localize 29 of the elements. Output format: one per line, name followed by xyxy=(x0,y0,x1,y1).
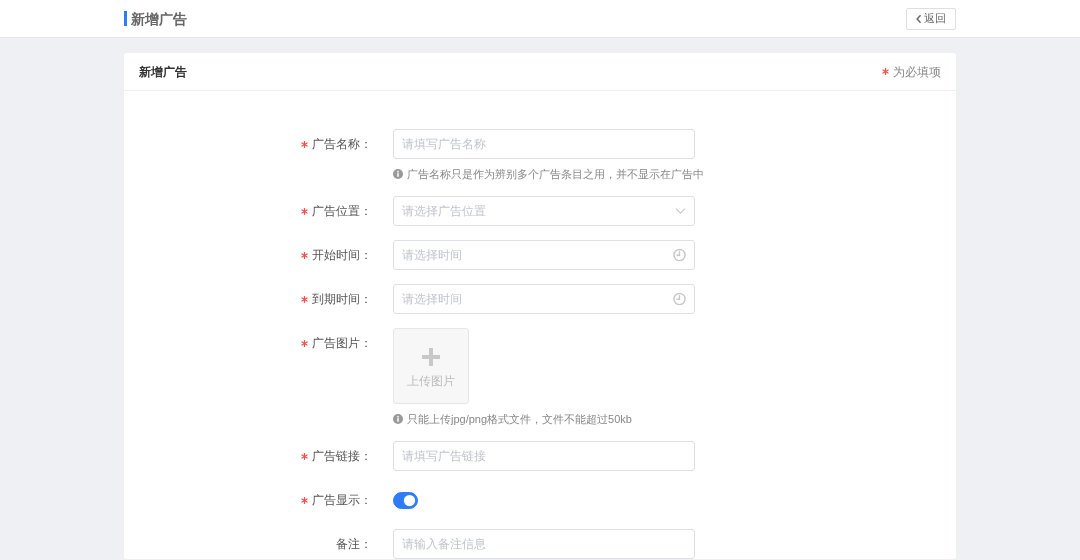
field-label: 开始时间： xyxy=(312,247,372,263)
required-asterisk-icon xyxy=(882,68,889,75)
help-text: 广告名称只是作为辨别多个广告条目之用，并不显示在广告中 xyxy=(407,167,704,182)
back-button[interactable]: 返回 xyxy=(906,7,956,30)
field-label: 广告链接： xyxy=(312,448,372,464)
title-accent-bar xyxy=(124,11,127,26)
field-label: 备注： xyxy=(336,536,372,552)
clock-icon xyxy=(673,292,686,306)
info-icon xyxy=(393,169,403,179)
field-label: 广告显示： xyxy=(312,492,372,508)
help-text: 只能上传jpg/png格式文件，文件不能超过50kb xyxy=(407,412,632,427)
clock-icon xyxy=(673,248,686,262)
field-label: 广告图片： xyxy=(312,335,372,351)
page-title: 新增广告 xyxy=(131,9,187,28)
field-label: 广告位置： xyxy=(312,203,372,219)
info-icon xyxy=(393,414,403,424)
plus-icon xyxy=(422,348,440,366)
chevron-down-icon xyxy=(675,208,686,214)
text-field[interactable]: 请输入备注信息 xyxy=(393,529,695,559)
text-field[interactable]: 请填写广告链接 xyxy=(393,441,695,471)
required-note: 为必填项 xyxy=(893,63,941,81)
time-field[interactable]: 请选择时间 xyxy=(393,240,695,270)
toggle-switch[interactable] xyxy=(393,491,418,509)
text-field[interactable]: 请填写广告名称 xyxy=(393,129,695,159)
chevron-left-icon xyxy=(916,14,921,23)
card-title: 新增广告 xyxy=(139,63,187,81)
field-label: 广告名称： xyxy=(312,136,372,152)
field-label: 到期时间： xyxy=(312,291,372,307)
time-field[interactable]: 请选择时间 xyxy=(393,284,695,314)
